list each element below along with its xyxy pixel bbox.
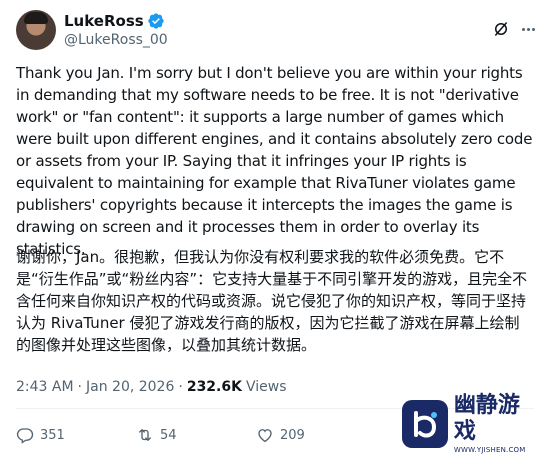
verified-badge-icon (148, 13, 164, 29)
more-icon[interactable] (518, 20, 538, 38)
tweet-date[interactable]: Jan 20, 2026 (86, 377, 174, 397)
handle[interactable]: @LukeRoss_00 (64, 31, 168, 49)
tweet-meta: 2:43 AM · Jan 20, 2026 · 232.6K Views (16, 377, 287, 397)
reply-icon (16, 428, 34, 444)
user-info: LukeRoss @LukeRoss_00 (64, 11, 168, 49)
like-icon (258, 429, 272, 443)
watermark-title: 幽静游戏 (453, 393, 520, 444)
views-label[interactable]: Views (246, 377, 287, 397)
grok-icon[interactable] (492, 20, 510, 38)
repost-button[interactable]: 54 (136, 426, 177, 444)
tweet-time[interactable]: 2:43 AM (16, 377, 74, 397)
reply-count: 351 (40, 427, 65, 443)
watermark-url: WWW.YJISHEN.COM (453, 446, 526, 454)
site-watermark: 幽静游戏 WWW.YJISHEN.COM (402, 393, 538, 455)
display-name[interactable]: LukeRoss (64, 11, 144, 31)
repost-icon (139, 429, 151, 441)
like-button[interactable]: 209 (256, 426, 305, 444)
meta-separator: · (178, 379, 183, 395)
reply-button[interactable]: 351 (16, 426, 65, 444)
action-bar: 351 54 209 (16, 426, 436, 450)
tweet-text-chinese: 谢谢你，Jan。很抱歉，但我认为你没有权利要求我的软件必须免费。它不是“衍生作品… (16, 248, 528, 354)
name-row: LukeRoss (64, 11, 168, 31)
tweet-text-english: Thank you Jan. I'm sorry but I don't bel… (16, 64, 533, 258)
watermark-logo-icon (402, 400, 448, 448)
tweet-header: LukeRoss @LukeRoss_00 (16, 8, 538, 52)
avatar[interactable] (16, 10, 56, 50)
watermark-text: 幽静游戏 WWW.YJISHEN.COM (454, 393, 538, 455)
repost-count: 54 (160, 427, 177, 443)
like-count: 209 (280, 427, 305, 443)
views-count[interactable]: 232.6K (187, 377, 242, 397)
meta-separator: · (77, 379, 82, 395)
